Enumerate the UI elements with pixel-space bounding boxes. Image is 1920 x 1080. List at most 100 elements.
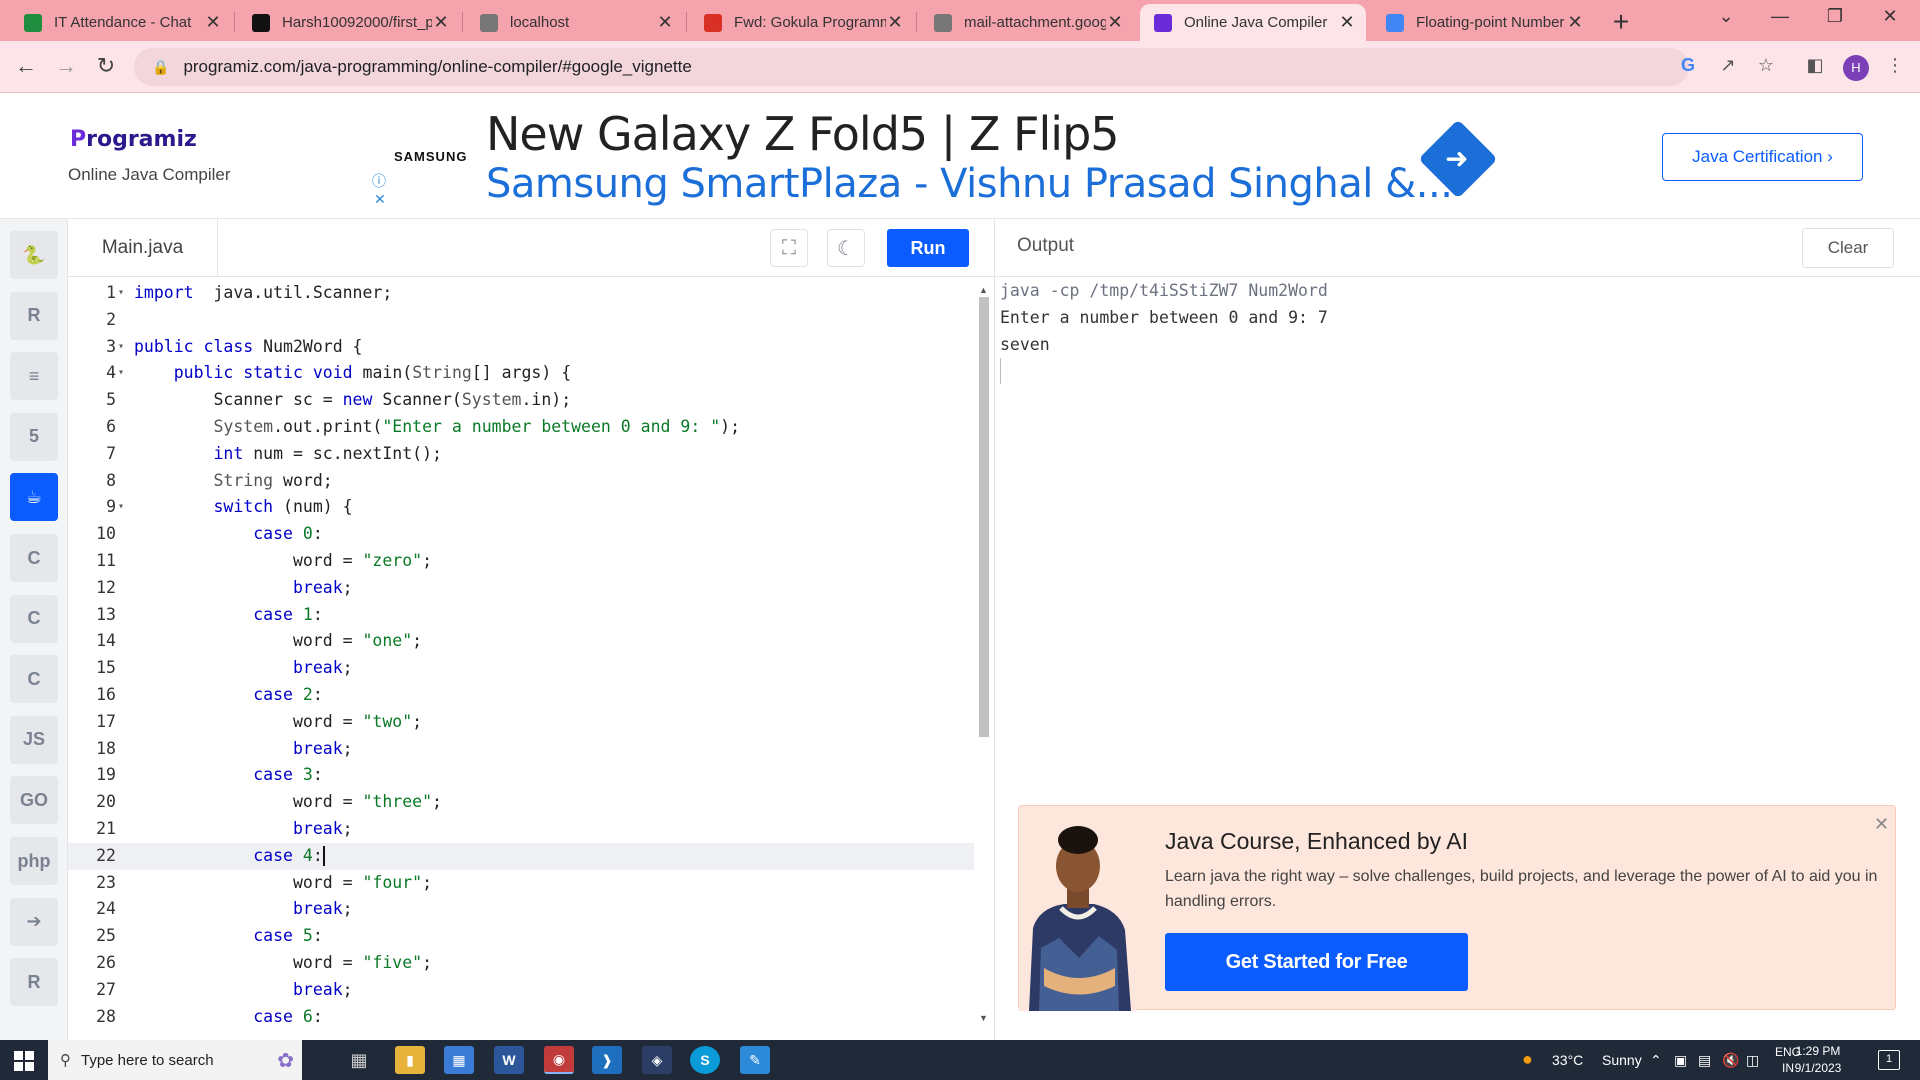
network-icon[interactable]: ▤ <box>1698 1052 1711 1069</box>
code-line[interactable]: 27 break; <box>68 977 974 1004</box>
profile-avatar[interactable]: H <box>1843 55 1869 81</box>
paint-icon[interactable]: ✎ <box>740 1046 770 1074</box>
dark-mode-icon[interactable]: ☾ <box>827 229 865 267</box>
js-lang-icon[interactable]: JS <box>10 715 58 764</box>
share-icon[interactable]: ↗ <box>1716 55 1740 79</box>
html5-lang-icon[interactable]: 5 <box>10 412 58 461</box>
browser-tab[interactable]: localhost ✕ <box>466 4 684 41</box>
code-line[interactable]: 16 case 2: <box>68 682 974 709</box>
code-editor[interactable]: 1 ▾ import java.util.Scanner; 2 3 ▾ public cla… <box>68 277 978 1029</box>
code-line[interactable]: 26 word = "five"; <box>68 950 974 977</box>
banner-ad[interactable]: SAMSUNG New Galaxy Z Fold5 | Z Flip5 Sam… <box>370 101 1552 211</box>
csharp-lang-icon[interactable]: C <box>10 655 58 704</box>
scroll-up-icon[interactable]: ▲ <box>979 285 988 295</box>
close-window-button[interactable]: ✕ <box>1870 6 1910 27</box>
code-line[interactable]: 17 word = "two"; <box>68 709 974 736</box>
weather-condition[interactable]: Sunny <box>1602 1052 1642 1068</box>
code-line[interactable]: 9 ▾ switch (num) { <box>68 494 974 521</box>
vscode-icon[interactable]: ❱ <box>592 1046 622 1074</box>
code-line[interactable]: 13 case 1: <box>68 602 974 629</box>
code-line[interactable]: 11 word = "zero"; <box>68 548 974 575</box>
address-bar[interactable]: 🔒 programiz.com/java-programming/online-… <box>134 48 1689 86</box>
php-lang-icon[interactable]: php <box>10 837 58 885</box>
r-lang-icon[interactable]: R <box>10 291 58 340</box>
scrollbar-thumb[interactable] <box>979 297 989 737</box>
google-lens-icon[interactable]: G <box>1676 55 1700 79</box>
code-line[interactable]: 6 System.out.print("Enter a number betwe… <box>68 414 974 441</box>
java-certification-button[interactable]: Java Certification › <box>1662 133 1863 181</box>
side-panel-icon[interactable]: ◧ <box>1803 55 1827 79</box>
code-line[interactable]: 15 break; <box>68 655 974 682</box>
code-line[interactable]: 5 Scanner sc = new Scanner(System.in); <box>68 387 974 414</box>
fullscreen-icon[interactable]: ⛶ <box>770 229 808 267</box>
code-line[interactable]: 7 int num = sc.nextInt(); <box>68 441 974 468</box>
windows-start-icon[interactable] <box>14 1051 34 1071</box>
code-line[interactable]: 24 break; <box>68 896 974 923</box>
fold-toggle-icon[interactable]: ▾ <box>118 360 130 387</box>
swift-lang-icon[interactable]: ➔ <box>10 897 58 946</box>
run-button[interactable]: Run <box>887 229 969 267</box>
minimize-button[interactable]: — <box>1760 6 1800 27</box>
chrome-icon[interactable]: ◉ <box>544 1046 574 1074</box>
python-lang-icon[interactable]: 🐍 <box>10 231 58 279</box>
mysql-workbench-icon[interactable]: ◈ <box>642 1046 672 1074</box>
code-line[interactable]: 20 word = "three"; <box>68 789 974 816</box>
store-icon[interactable]: ▦ <box>444 1046 474 1074</box>
file-tab-main-java[interactable]: Main.java <box>68 219 218 277</box>
rust-lang-icon[interactable]: R <box>10 958 58 1007</box>
code-line[interactable]: 21 break; <box>68 816 974 843</box>
output-console[interactable]: java -cp /tmp/t4iSStiZW7 Num2Word Enter … <box>1000 277 1328 358</box>
code-line[interactable]: 25 case 5: <box>68 923 974 950</box>
taskbar-clock[interactable]: 1:29 PM 9/1/2023 <box>1788 1043 1848 1077</box>
tab-close-icon[interactable]: ✕ <box>1338 12 1356 33</box>
code-line[interactable]: 4 ▾ public static void main(String[] args… <box>68 360 974 387</box>
menu-kebab-icon[interactable]: ⋮ <box>1883 55 1907 79</box>
skype-icon[interactable]: S <box>690 1046 720 1074</box>
code-line[interactable]: 14 word = "one"; <box>68 628 974 655</box>
browser-tab[interactable]: IT Attendance - Chat ✕ <box>10 4 232 41</box>
ad-close-icon[interactable]: ✕ <box>374 191 386 208</box>
browser-tab[interactable]: Fwd: Gokula Programmin✕ <box>690 4 914 41</box>
sql-lang-icon[interactable]: ≡ <box>10 352 58 401</box>
taskbar-search-box[interactable]: ⚲ Type here to search ✿ <box>48 1040 302 1080</box>
battery-icon[interactable]: ◫ <box>1746 1052 1759 1069</box>
code-line[interactable]: 23 word = "four"; <box>68 870 974 897</box>
file-explorer-icon[interactable]: ▮ <box>395 1046 425 1074</box>
browser-tab[interactable]: Floating-point Number C ✕ <box>1372 4 1594 41</box>
meet-now-icon[interactable]: ▣ <box>1674 1052 1687 1069</box>
task-view-icon[interactable]: ▦ <box>344 1046 374 1074</box>
code-line[interactable]: 19 case 3: <box>68 762 974 789</box>
code-line[interactable]: 3 ▾ public class Num2Word { <box>68 334 974 361</box>
browser-tab[interactable]: Online Java Compiler ✕ <box>1140 4 1366 41</box>
ad-info-icon[interactable]: ⓘ <box>372 171 386 191</box>
restore-button[interactable]: ❐ <box>1815 6 1855 27</box>
code-line[interactable]: 22 case 4: <box>68 842 974 870</box>
code-line[interactable]: 10 case 0: <box>68 521 974 548</box>
code-line[interactable]: 1 ▾ import java.util.Scanner; <box>68 280 974 307</box>
c-lang-icon[interactable]: C <box>10 534 58 582</box>
weather-temperature[interactable]: 33°C <box>1552 1052 1583 1068</box>
get-started-button[interactable]: Get Started for Free <box>1165 933 1468 991</box>
code-line[interactable]: 18 break; <box>68 736 974 763</box>
fold-toggle-icon[interactable]: ▾ <box>118 280 130 307</box>
show-hidden-icons-chevron-icon[interactable]: ⌃ <box>1650 1052 1662 1069</box>
word-icon[interactable]: W <box>494 1046 524 1074</box>
tab-close-icon[interactable]: ✕ <box>886 12 904 33</box>
programiz-logo[interactable]: Programiz <box>70 127 197 152</box>
tab-search-icon[interactable]: ⌄ <box>1706 6 1746 27</box>
code-line[interactable]: 12 break; <box>68 575 974 602</box>
go-lang-icon[interactable]: GO <box>10 776 58 825</box>
code-line[interactable]: 28 case 6: <box>68 1004 974 1029</box>
tab-close-icon[interactable]: ✕ <box>1566 12 1584 33</box>
fold-toggle-icon[interactable]: ▾ <box>118 494 130 521</box>
scroll-down-icon[interactable]: ▼ <box>979 1013 988 1023</box>
code-line[interactable]: 8 String word; <box>68 468 974 495</box>
volume-muted-icon[interactable]: 🔇 <box>1722 1052 1739 1069</box>
editor-scrollbar[interactable]: ▲ ▼ <box>978 285 990 1025</box>
browser-tab[interactable]: mail-attachment.googleu✕ <box>920 4 1134 41</box>
reload-button[interactable]: ↻ <box>92 53 120 79</box>
fold-toggle-icon[interactable]: ▾ <box>118 334 130 361</box>
browser-tab[interactable]: Harsh10092000/first_pro ✕ <box>238 4 460 41</box>
tab-close-icon[interactable]: ✕ <box>656 12 674 33</box>
back-button[interactable]: ← <box>12 53 40 79</box>
